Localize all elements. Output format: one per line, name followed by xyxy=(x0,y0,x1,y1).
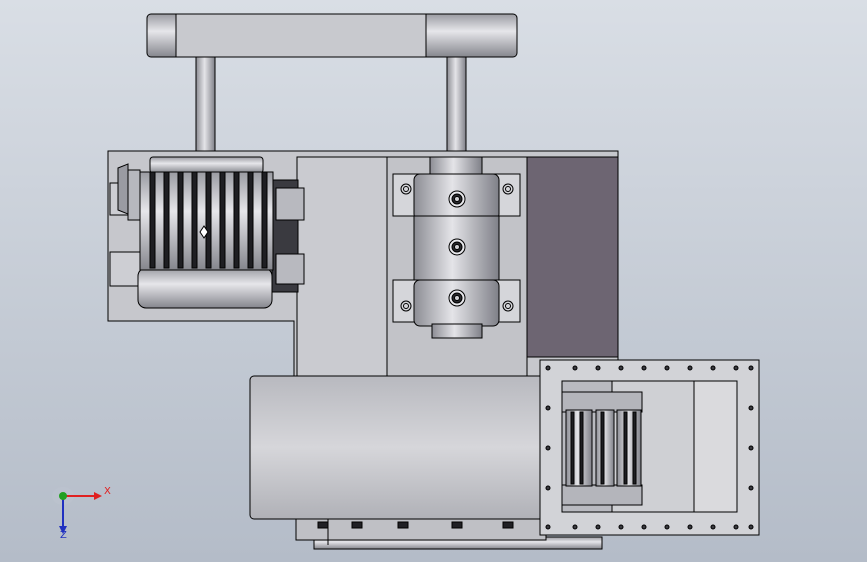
belt-guard[interactable] xyxy=(146,13,518,58)
outlet-flange[interactable] xyxy=(539,359,760,536)
motor-cooling-fins xyxy=(149,171,268,269)
graphics-viewport[interactable]: X Y Z xyxy=(0,0,867,562)
z-axis-label: Z xyxy=(60,530,67,541)
cad-model[interactable] xyxy=(0,0,867,562)
view-orientation-triad[interactable]: X Y Z xyxy=(50,484,120,544)
impeller-blades xyxy=(565,409,642,487)
x-axis-label: X xyxy=(104,486,111,497)
